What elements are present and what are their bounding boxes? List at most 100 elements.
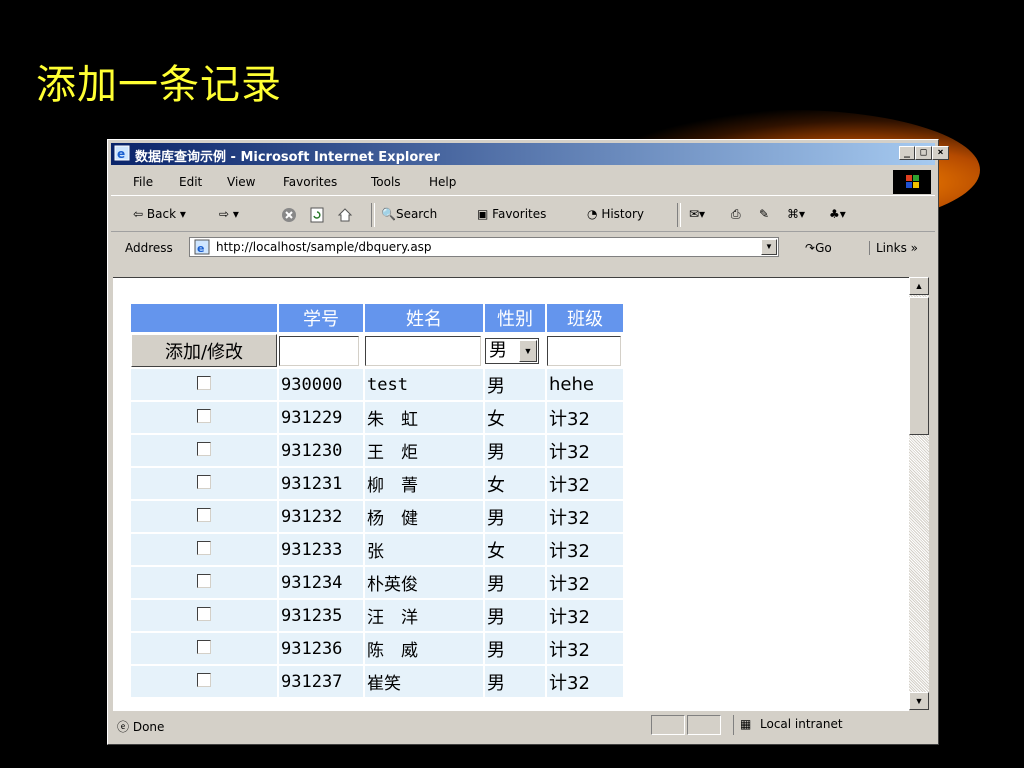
menu-tools[interactable]: Tools [371,175,401,189]
row-checkbox[interactable] [197,673,211,687]
cell-class: 计32 [547,567,623,598]
table-row: 931233 张女计32 [131,534,623,565]
go-button[interactable]: ↷Go [805,241,832,255]
discuss-button[interactable]: ⌘▾ [787,207,805,221]
row-select-cell [131,534,277,565]
close-button[interactable]: × [932,146,949,160]
vertical-scrollbar[interactable]: ▲ ▼ [909,277,929,710]
search-label: Search [395,207,438,221]
row-checkbox[interactable] [197,442,211,456]
cell-sex: 男 [485,369,545,400]
back-label: Back [146,207,177,221]
cell-class: hehe [547,369,623,400]
row-checkbox[interactable] [197,475,211,489]
status-bar: ⓔ Done ▦ Local intranet [111,711,935,739]
cell-student-id: 931236 [279,633,363,664]
stop-button[interactable] [281,207,297,223]
address-input[interactable]: e http://localhost/sample/dbquery.asp [189,237,779,257]
ie-logo-icon: e [114,145,130,161]
sex-select-value: 男 [489,339,507,361]
title-bar[interactable]: e 数据库查询示例 - Microsoft Internet Explorer … [111,143,949,165]
header-class: 班级 [547,304,623,332]
student-id-input[interactable] [279,335,359,366]
add-modify-button[interactable]: 添加/修改 [131,334,277,367]
links-button[interactable]: Links » [869,241,918,255]
cell-sex: 男 [485,501,545,532]
cell-class: 计32 [547,402,623,433]
scroll-thumb[interactable] [909,297,929,435]
messenger-button[interactable]: ♣▾ [829,207,846,221]
cell-class: 计32 [547,666,623,697]
address-bar: Address e http://localhost/sample/dbquer… [111,233,935,263]
scroll-up-button[interactable]: ▲ [909,277,929,295]
sex-select[interactable]: 男 ▼ [485,337,539,364]
cell-class: 计32 [547,435,623,466]
favorites-button[interactable]: ▣ Favorites [477,207,546,221]
history-label: History [601,207,645,221]
maximize-button[interactable]: □ [915,146,932,160]
row-select-cell [131,369,277,400]
favorites-icon: ▣ [477,207,489,221]
class-input[interactable] [547,335,621,366]
row-select-cell [131,402,277,433]
name-input[interactable] [365,335,481,366]
home-button[interactable] [337,207,353,223]
row-checkbox[interactable] [197,508,211,522]
row-checkbox[interactable] [197,409,211,423]
cell-student-id: 931229 [279,402,363,433]
minimize-button[interactable]: _ [899,146,915,160]
edit-button[interactable]: ✎ [759,207,769,221]
cell-name: test [365,369,483,400]
row-checkbox[interactable] [197,376,211,390]
row-checkbox[interactable] [197,640,211,654]
scroll-down-button[interactable]: ▼ [909,692,929,710]
table-row: 931229 朱 虹女计32 [131,402,623,433]
table-row: 931235 汪 洋男计32 [131,600,623,631]
zone-label: Local intranet [760,717,843,731]
address-dropdown-button[interactable]: ▼ [761,239,777,255]
row-select-cell [131,435,277,466]
go-label: Go [815,241,832,255]
window-title: 数据库查询示例 - Microsoft Internet Explorer [135,150,440,165]
cell-sex: 男 [485,666,545,697]
cell-student-id: 930000 [279,369,363,400]
history-button[interactable]: ◔ History [587,207,644,221]
cell-student-id: 931233 [279,534,363,565]
favorites-label: Favorites [492,207,547,221]
menu-favorites[interactable]: Favorites [283,175,337,189]
menu-edit[interactable]: Edit [179,175,202,189]
menu-file[interactable]: File [133,175,153,189]
print-button[interactable]: ⎙ [731,207,741,222]
toolbar-separator [677,203,681,227]
cell-name: 朴英俊 [365,567,483,598]
cell-name: 陈 威 [365,633,483,664]
input-row: 添加/修改 男 ▼ [131,334,623,367]
cell-student-id: 931231 [279,468,363,499]
svg-text:e: e [117,147,125,161]
windows-logo-icon [893,170,931,194]
row-checkbox[interactable] [197,541,211,555]
cell-class: 计32 [547,633,623,664]
back-arrow-icon: ⇦ [133,207,144,221]
table-row: 931237 崔笑男计32 [131,666,623,697]
svg-text:e: e [197,242,204,255]
menu-help[interactable]: Help [429,175,456,189]
page-icon: e [194,239,210,260]
cell-name: 汪 洋 [365,600,483,631]
forward-button[interactable]: ⇨ ▾ [219,207,239,221]
status-done: Done [132,720,165,734]
row-select-cell [131,501,277,532]
menu-view[interactable]: View [227,175,255,189]
mail-button[interactable]: ✉▾ [689,207,705,221]
search-button[interactable]: 🔍Search [381,207,437,221]
back-button[interactable]: ⇦ Back ▾ [133,207,186,221]
cell-name: 柳 菁 [365,468,483,499]
ie-window: e 数据库查询示例 - Microsoft Internet Explorer … [107,139,949,745]
cell-student-id: 931232 [279,501,363,532]
row-select-cell [131,633,277,664]
table-row: 931232 杨 健男计32 [131,501,623,532]
refresh-button[interactable] [309,207,325,223]
row-checkbox[interactable] [197,607,211,621]
row-select-cell [131,468,277,499]
row-checkbox[interactable] [197,574,211,588]
